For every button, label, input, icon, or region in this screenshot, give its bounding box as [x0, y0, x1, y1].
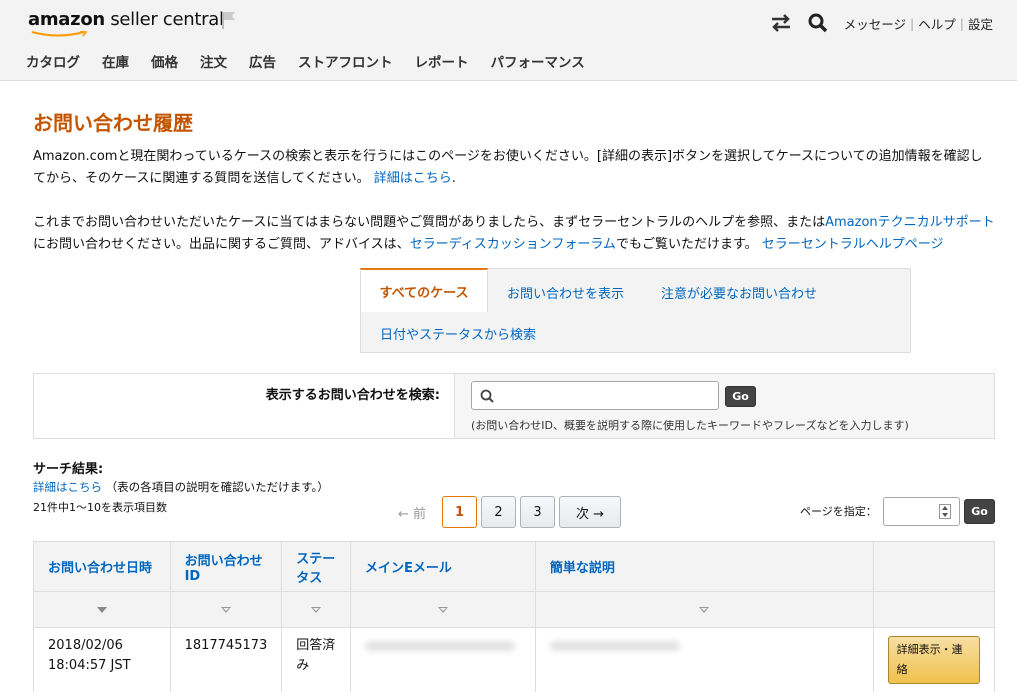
search-go-button[interactable]: Go — [725, 386, 756, 407]
sort-row — [34, 592, 995, 628]
spinner-icon[interactable] — [939, 504, 951, 519]
page-button-2[interactable]: 2 — [481, 496, 516, 528]
search-icon[interactable] — [808, 13, 828, 33]
search-hint: (お問い合わせID、概要を説明する際に使用したキーワードやフレーズなどを入力しま… — [471, 417, 909, 433]
divider: | — [910, 16, 914, 31]
results-title: サーチ結果: — [33, 458, 103, 477]
row-date: 2018/02/06 — [48, 636, 156, 656]
tab-search-by-date-status[interactable]: 日付やステータスから検索 — [380, 324, 536, 343]
forum-link[interactable]: セラーディスカッションフォーラム — [410, 237, 616, 252]
main-content: お問い合わせ履歴 Amazon.comと現在関わっているケースの検索と表示を行う… — [0, 107, 1017, 256]
support-paragraph: これまでお問い合わせいただいたケースに当てはまらない問題やご質問がありましたら、… — [33, 212, 995, 256]
switch-icon[interactable] — [770, 14, 792, 32]
sort-icon[interactable] — [699, 607, 709, 613]
nav-catalog[interactable]: カタログ — [26, 51, 80, 71]
next-page-button[interactable]: 次 → — [559, 496, 621, 528]
search-label: 表示するお問い合わせを検索: — [34, 374, 454, 438]
tab-attention-cases[interactable]: 注意が必要なお問い合わせ — [661, 283, 817, 302]
sort-icon[interactable] — [221, 607, 231, 613]
search-icon — [480, 389, 494, 403]
nav-storefront[interactable]: ストアフロント — [298, 51, 393, 71]
results-count: 21件中1〜10を表示項目数 — [33, 499, 167, 515]
nav-inventory[interactable]: 在庫 — [102, 51, 129, 71]
search-input[interactable] — [498, 387, 718, 404]
cases-table: お問い合わせ日時 お問い合わせID ステータス メインEメール 簡単な説明 20… — [33, 541, 995, 692]
main-nav: カタログ 在庫 価格 注文 広告 ストアフロント レポート パフォーマンス — [26, 51, 607, 71]
page-go-button[interactable]: Go — [964, 499, 995, 524]
redacted-description — [550, 641, 680, 651]
col-case-id[interactable]: お問い合わせID — [170, 542, 282, 592]
prev-page: ← 前 — [398, 503, 426, 522]
nav-advertising[interactable]: 広告 — [249, 51, 276, 71]
row-case-id: 1817745173 — [170, 628, 282, 692]
redacted-email — [365, 641, 515, 651]
header-links: メッセージ | ヘルプ | 設定 — [770, 13, 993, 33]
row-time: 18:04:57 JST — [48, 656, 156, 676]
flag-icon[interactable] — [220, 10, 238, 34]
nav-reports[interactable]: レポート — [415, 51, 469, 71]
settings-link[interactable]: 設定 — [968, 14, 993, 33]
page-number-input[interactable] — [883, 497, 960, 526]
results-help-text: （表の各項目の説明を確認いただけます。） — [106, 480, 329, 494]
col-email[interactable]: メインEメール — [350, 542, 535, 592]
detail-contact-button[interactable]: 詳細表示・連絡 — [888, 636, 980, 684]
help-link[interactable]: ヘルプ — [918, 14, 956, 33]
nav-pricing[interactable]: 価格 — [151, 51, 178, 71]
details-link[interactable]: 詳細はこちら — [374, 171, 452, 186]
case-tabs: すべてのケース お問い合わせを表示 注意が必要なお問い合わせ 日付やステータスか… — [360, 268, 911, 353]
page-button-3[interactable]: 3 — [520, 496, 555, 528]
col-status[interactable]: ステータス — [282, 542, 351, 592]
pagination: ← 前 1 2 3 次 → — [398, 496, 625, 528]
smile-icon — [30, 31, 88, 37]
search-panel: 表示するお問い合わせを検索: Go (お問い合わせID、概要を説明する際に使用し… — [33, 373, 995, 439]
header: amazon seller central メッセージ | ヘルプ | 設定 カ… — [0, 0, 1017, 81]
col-date[interactable]: お問い合わせ日時 — [34, 542, 171, 592]
divider: | — [960, 16, 964, 31]
messages-link[interactable]: メッセージ — [844, 14, 906, 33]
col-description[interactable]: 簡単な説明 — [535, 542, 873, 592]
row-status: 回答済み — [282, 628, 351, 692]
col-actions — [873, 542, 994, 592]
tab-show-cases[interactable]: お問い合わせを表示 — [507, 283, 624, 302]
sort-icon[interactable] — [311, 607, 321, 613]
sort-desc-icon[interactable] — [97, 607, 107, 613]
tech-support-link[interactable]: Amazonテクニカルサポート — [825, 215, 995, 230]
search-field[interactable] — [471, 381, 719, 410]
intro-paragraph: Amazon.comと現在関わっているケースの検索と表示を行うにはこのページをお… — [33, 146, 995, 190]
help-page-link[interactable]: セラーセントラルヘルプページ — [762, 237, 944, 252]
table-row: 2018/02/06 18:04:57 JST 1817745173 回答済み … — [34, 628, 995, 692]
tab-all-cases[interactable]: すべてのケース — [360, 268, 488, 312]
results-help-link[interactable]: 詳細はこちら — [33, 480, 102, 494]
page-button-1[interactable]: 1 — [442, 496, 477, 528]
nav-orders[interactable]: 注文 — [200, 51, 227, 71]
page-spec-label: ページを指定： — [800, 503, 877, 519]
nav-performance[interactable]: パフォーマンス — [491, 51, 585, 71]
page-title: お問い合わせ履歴 — [33, 107, 995, 136]
amazon-seller-central-logo[interactable]: amazon seller central — [28, 9, 224, 30]
sort-icon[interactable] — [438, 607, 448, 613]
